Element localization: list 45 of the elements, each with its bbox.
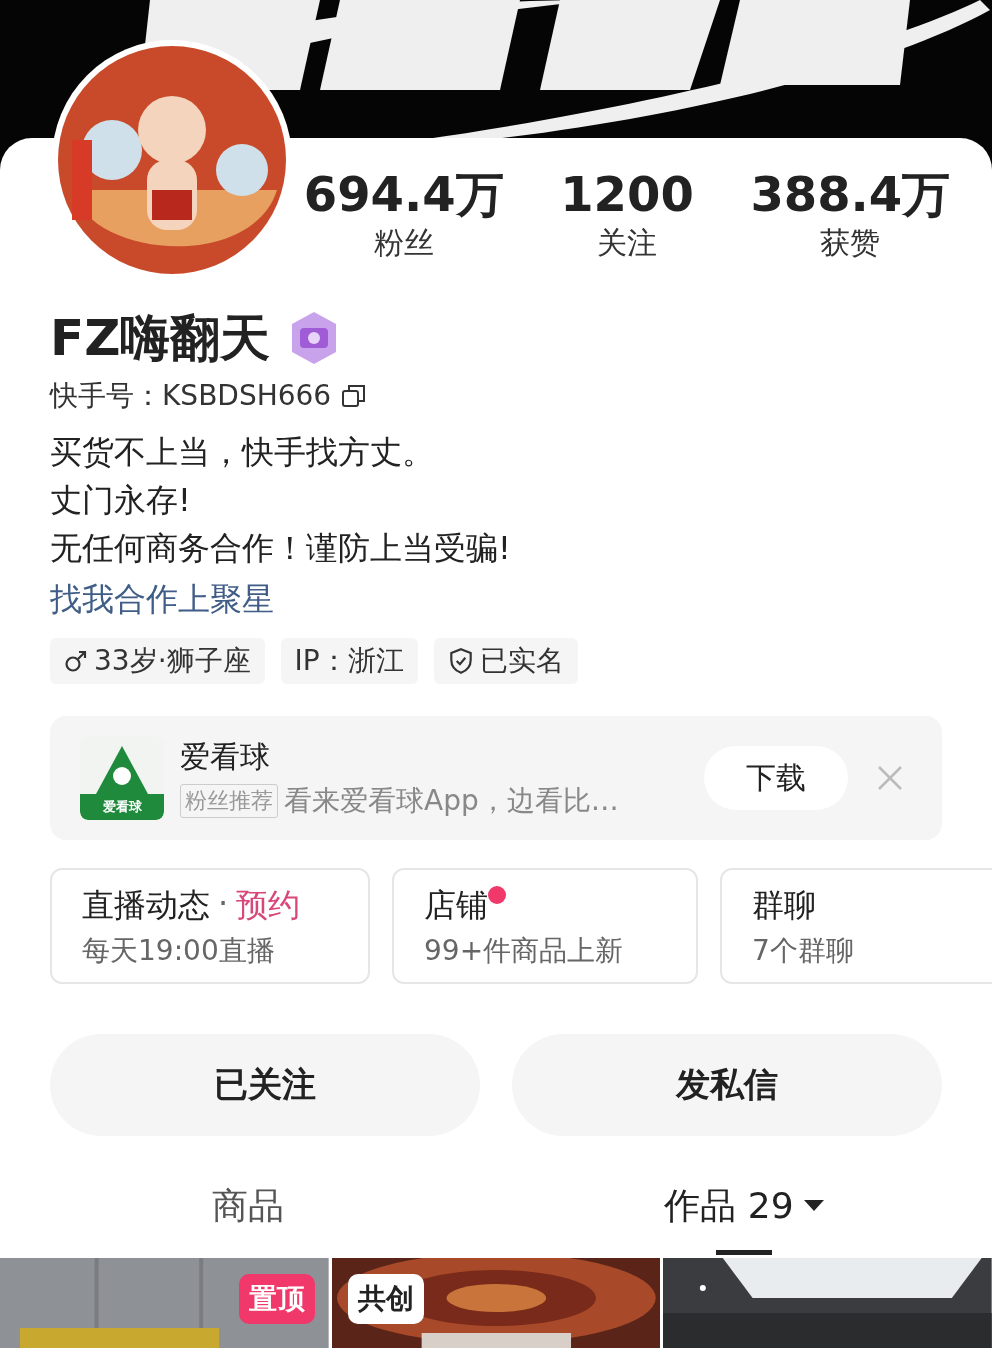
stat-value: 1200 xyxy=(560,166,694,222)
separator: · xyxy=(218,884,229,922)
stat-label: 关注 xyxy=(597,224,657,262)
tab-label: 商品 xyxy=(212,1184,284,1228)
bio-line: 丈门永存! xyxy=(50,480,192,521)
shortcut-subtitle: 99+件商品上新 xyxy=(424,933,625,969)
tag-text: IP：浙江 xyxy=(294,643,404,679)
shortcut-card[interactable]: 直播动态 · 预约 每天19:00直播 xyxy=(50,868,370,984)
tab[interactable]: 作品 29 xyxy=(496,1182,992,1256)
tag-text: 已实名 xyxy=(479,643,564,679)
tag-text: 33岁·狮子座 xyxy=(94,643,251,679)
shield-check-icon xyxy=(447,647,474,675)
stat-value: 388.4万 xyxy=(750,166,951,222)
shortcut-title: 群聊 xyxy=(752,885,816,926)
action-button[interactable]: 已关注 xyxy=(50,1034,480,1136)
shortcut-subtitle: 7个群聊 xyxy=(752,933,855,969)
shortcut-card[interactable]: 群聊 7个群聊 xyxy=(720,868,992,984)
ad-description: 看来爱看球App，边看比… xyxy=(284,782,619,819)
logo-label: 爱看球 xyxy=(80,794,164,820)
shortcut-card[interactable]: 店铺 99+件商品上新 xyxy=(392,868,698,984)
reserve-label: 预约 xyxy=(236,885,301,926)
ball-triangle-icon xyxy=(94,744,150,794)
user-name: FZ嗨翻天 xyxy=(50,308,271,368)
tab-indicator xyxy=(716,1250,772,1255)
shortcut-title: 店铺 xyxy=(424,885,488,926)
download-button[interactable]: 下载 xyxy=(704,746,848,810)
male-icon xyxy=(64,649,88,673)
bio-line: 买货不上当，快手找方丈。 xyxy=(50,432,435,473)
copy-icon[interactable] xyxy=(341,383,368,409)
tab-label: 作品 29 xyxy=(664,1184,794,1228)
cooperation-link[interactable]: 找我合作上聚星 xyxy=(50,580,274,618)
tab[interactable]: 商品 xyxy=(0,1182,496,1256)
account-id: 快手号：KSBDSH666 xyxy=(50,378,332,414)
action-button[interactable]: 发私信 xyxy=(512,1034,942,1136)
video-badge: 共创 xyxy=(347,1274,424,1324)
stat-value: 694.4万 xyxy=(303,166,504,222)
stat-label: 粉丝 xyxy=(373,224,434,262)
shortcut-title: 直播动态 xyxy=(82,885,210,926)
ad-card[interactable]: 爱看球 爱看球 粉丝推荐 看来爱看球App，边看比… 下载 xyxy=(50,716,942,840)
shortcut-subtitle: 每天19:00直播 xyxy=(82,933,276,969)
video-badge: 置顶 xyxy=(238,1274,315,1324)
app-name: 爱看球 xyxy=(180,737,271,776)
recommend-tag: 粉丝推荐 xyxy=(180,783,278,818)
stat-label: 获赞 xyxy=(820,224,881,262)
bio-line: 无任何商务合作！谨防上当受骗! xyxy=(50,528,512,569)
